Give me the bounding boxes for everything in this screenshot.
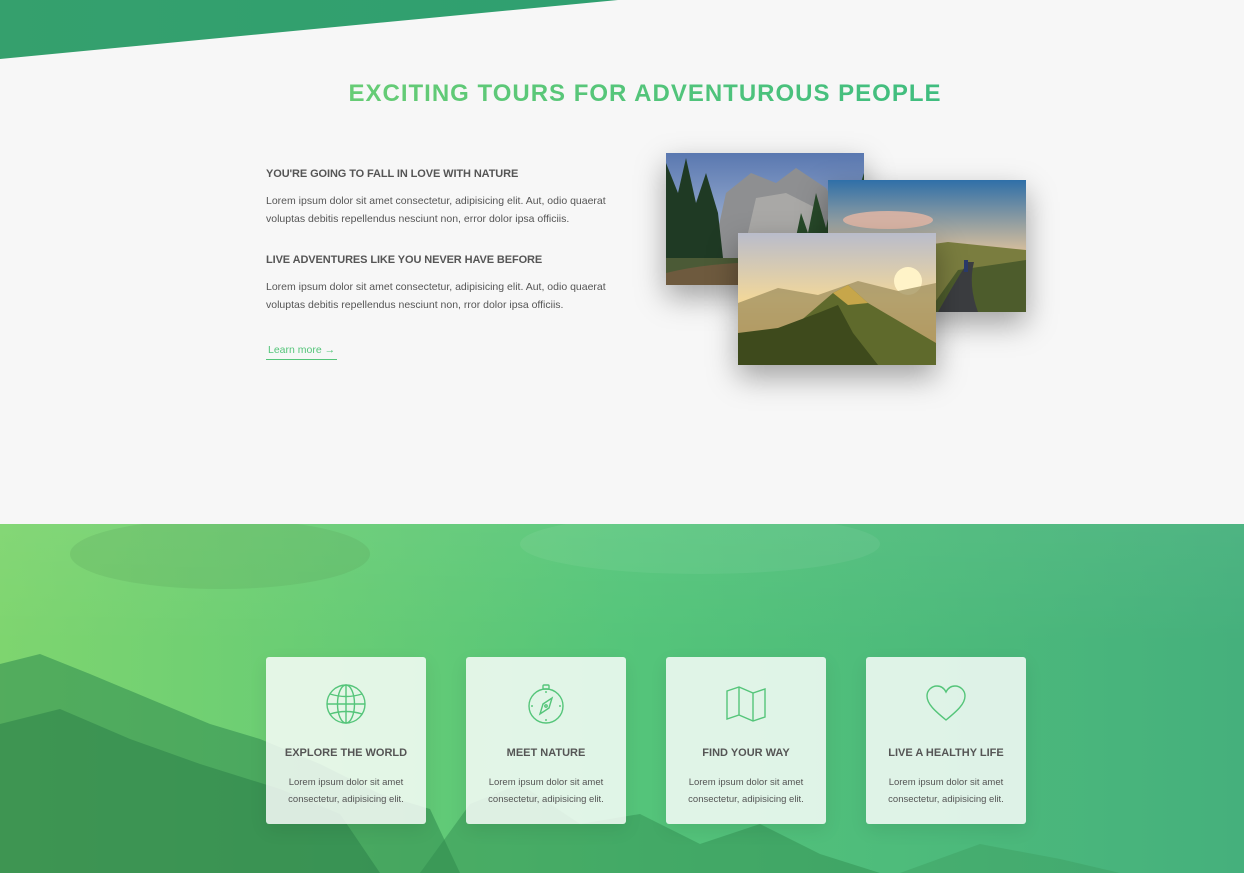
feature-title: LIVE A HEALTHY LIFE xyxy=(888,747,1004,759)
heart-icon xyxy=(925,683,967,725)
globe-icon xyxy=(325,683,367,725)
compass-icon xyxy=(525,683,567,725)
feature-text: Lorem ipsum dolor sit amet consectetur, … xyxy=(888,777,1004,805)
feature-text: Lorem ipsum dolor sit amet consectetur, … xyxy=(488,777,604,805)
feature-title: MEET NATURE xyxy=(506,747,586,759)
section-heading: EXCITING TOURS FOR ADVENTUROUS PEOPLE xyxy=(0,80,1244,108)
feature-title: FIND YOUR WAY xyxy=(702,747,790,759)
about-paragraph-2: Lorem ipsum dolor sit amet consectetur, … xyxy=(266,281,606,311)
feature-card-find-way: FIND YOUR WAY Lorem ipsum dolor sit amet… xyxy=(666,657,826,824)
feature-title: EXPLORE THE WORLD xyxy=(284,747,408,759)
feature-card-explore: EXPLORE THE WORLD Lorem ipsum dolor sit … xyxy=(266,657,426,824)
about-paragraph-1: Lorem ipsum dolor sit amet consectetur, … xyxy=(266,195,606,225)
feature-card-nature: MEET NATURE Lorem ipsum dolor sit amet c… xyxy=(466,657,626,824)
about-subheading-1: YOU'RE GOING TO FALL IN LOVE WITH NATURE xyxy=(266,168,519,180)
mountain-ridge-sunrise-photo[interactable] xyxy=(738,233,936,365)
section-about: EXCITING TOURS FOR ADVENTUROUS PEOPLE YO… xyxy=(0,0,1244,524)
section-features: EXPLORE THE WORLD Lorem ipsum dolor sit … xyxy=(0,524,1244,873)
feature-text: Lorem ipsum dolor sit amet consectetur, … xyxy=(288,777,404,805)
learn-more-link[interactable]: Learn more → xyxy=(266,344,338,360)
feature-card-healthy-life: LIVE A HEALTHY LIFE Lorem ipsum dolor si… xyxy=(866,657,1026,824)
about-subheading-2: LIVE ADVENTURES LIKE YOU NEVER HAVE BEFO… xyxy=(266,254,543,266)
about-text: YOU'RE GOING TO FALL IN LOVE WITH NATURE… xyxy=(266,168,616,360)
map-icon xyxy=(725,683,767,725)
feature-text: Lorem ipsum dolor sit amet consectetur, … xyxy=(688,777,804,805)
